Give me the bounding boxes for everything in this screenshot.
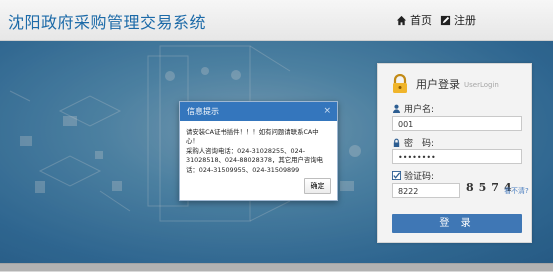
username-label-row: 用户名: xyxy=(392,102,434,115)
captcha-input[interactable]: 8222 xyxy=(392,183,460,198)
login-subtitle: UserLogin xyxy=(464,81,499,89)
dialog-message-line1: 请安装CA证书插件！！！如有问题请联系CA中心！ xyxy=(186,128,319,146)
captcha-refresh-link[interactable]: 看不清? xyxy=(504,186,529,196)
edit-icon xyxy=(440,15,451,25)
login-panel: 用户登录 UserLogin 用户名: 001 密 码: •••••••• 验证… xyxy=(377,63,532,243)
site-title: 沈阳政府采购管理交易系统 xyxy=(8,13,207,32)
info-dialog: 信息提示 × 请安装CA证书插件！！！如有问题请联系CA中心！ 采购人咨询电话：… xyxy=(179,101,338,201)
dialog-message: 请安装CA证书插件！！！如有问题请联系CA中心！ 采购人咨询电话：024-310… xyxy=(180,121,337,175)
username-input[interactable]: 001 xyxy=(392,116,522,131)
username-label: 用户名: xyxy=(404,105,435,115)
login-header: 用户登录 UserLogin xyxy=(390,73,499,95)
password-label-row: 密 码: xyxy=(392,136,434,149)
nav-home-link[interactable]: 首页 xyxy=(396,12,432,28)
top-header: 沈阳政府采购管理交易系统 首页 注册 xyxy=(0,0,553,41)
nav-home-label: 首页 xyxy=(410,14,432,27)
close-icon[interactable]: × xyxy=(323,102,331,121)
captcha-label: 验证码: xyxy=(404,172,435,182)
dialog-message-line2: 采购人咨询电话：024-31028255、024-31028518、024-88… xyxy=(186,146,324,174)
user-icon xyxy=(392,104,401,113)
dialog-ok-button[interactable]: 确定 xyxy=(304,178,331,194)
home-icon xyxy=(396,15,407,25)
captcha-label-row: 验证码: xyxy=(392,169,434,182)
login-button[interactable]: 登 录 xyxy=(392,214,522,233)
nav-register-label: 注册 xyxy=(454,14,476,27)
nav-register-link[interactable]: 注册 xyxy=(440,12,476,28)
lock-icon xyxy=(393,138,400,147)
password-input[interactable]: •••••••• xyxy=(392,149,522,164)
login-title: 用户登录 xyxy=(416,78,460,91)
password-label: 密 码: xyxy=(404,139,435,149)
dialog-title: 信息提示 xyxy=(187,107,219,116)
padlock-icon xyxy=(393,74,407,93)
checkbox-icon xyxy=(392,171,401,180)
dialog-header: 信息提示 × xyxy=(180,102,337,121)
